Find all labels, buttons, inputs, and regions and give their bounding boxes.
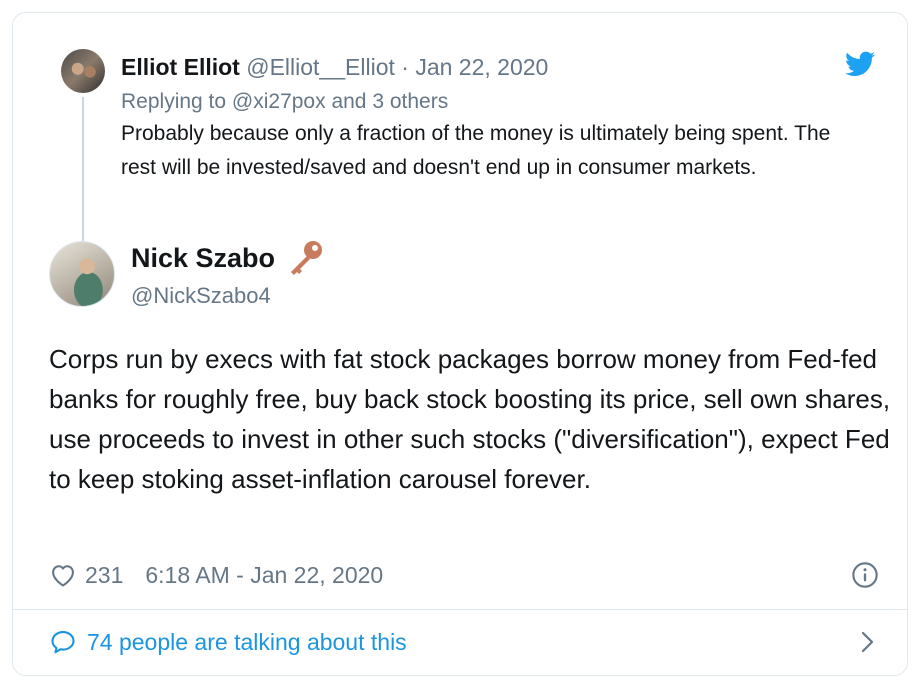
main-author-name[interactable]: Nick Szabo xyxy=(131,243,275,274)
heart-icon[interactable] xyxy=(49,561,77,589)
footer-divider xyxy=(13,609,907,610)
embedded-tweet-card: Elliot Elliot @Elliot__Elliot · Jan 22, … xyxy=(12,12,908,676)
conversation-link[interactable]: 74 people are talking about this xyxy=(49,623,879,661)
main-author-avatar[interactable] xyxy=(49,241,115,307)
info-icon[interactable] xyxy=(851,561,879,589)
reply-author-avatar[interactable] xyxy=(61,49,105,93)
replying-to-line: Replying to @xi27pox and 3 others xyxy=(121,89,448,115)
tweet-timestamp[interactable]: 6:18 AM - Jan 22, 2020 xyxy=(145,562,383,589)
chevron-right-icon[interactable] xyxy=(855,629,879,655)
twitter-bird-icon[interactable] xyxy=(845,51,875,77)
reply-tweet-date[interactable]: Jan 22, 2020 xyxy=(415,54,548,80)
main-tweet-text: Corps run by execs with fat stock packag… xyxy=(49,344,891,494)
thread-connector-line xyxy=(82,97,84,247)
speech-bubble-icon xyxy=(51,631,75,654)
like-count[interactable]: 231 xyxy=(85,562,123,589)
replying-to-prefix: Replying to xyxy=(121,90,227,113)
main-author-handle[interactable]: @NickSzabo4 xyxy=(131,283,271,309)
key-icon xyxy=(291,241,323,275)
reply-tweet-header: Elliot Elliot @Elliot__Elliot · Jan 22, … xyxy=(121,53,548,81)
tweet-meta-row: 231 6:18 AM - Jan 22, 2020 xyxy=(49,557,879,593)
replying-to-handle[interactable]: @xi27pox xyxy=(232,90,326,113)
reply-author-name[interactable]: Elliot Elliot xyxy=(121,54,240,80)
reply-tweet-text: Probably because only a fraction of the … xyxy=(121,122,831,179)
header-separator: · xyxy=(401,54,409,80)
replying-to-suffix: and 3 others xyxy=(331,90,449,113)
talking-about-text[interactable]: 74 people are talking about this xyxy=(87,629,407,656)
main-author-name-row: Nick Szabo xyxy=(131,241,325,275)
reply-author-handle[interactable]: @Elliot__Elliot xyxy=(246,54,395,80)
